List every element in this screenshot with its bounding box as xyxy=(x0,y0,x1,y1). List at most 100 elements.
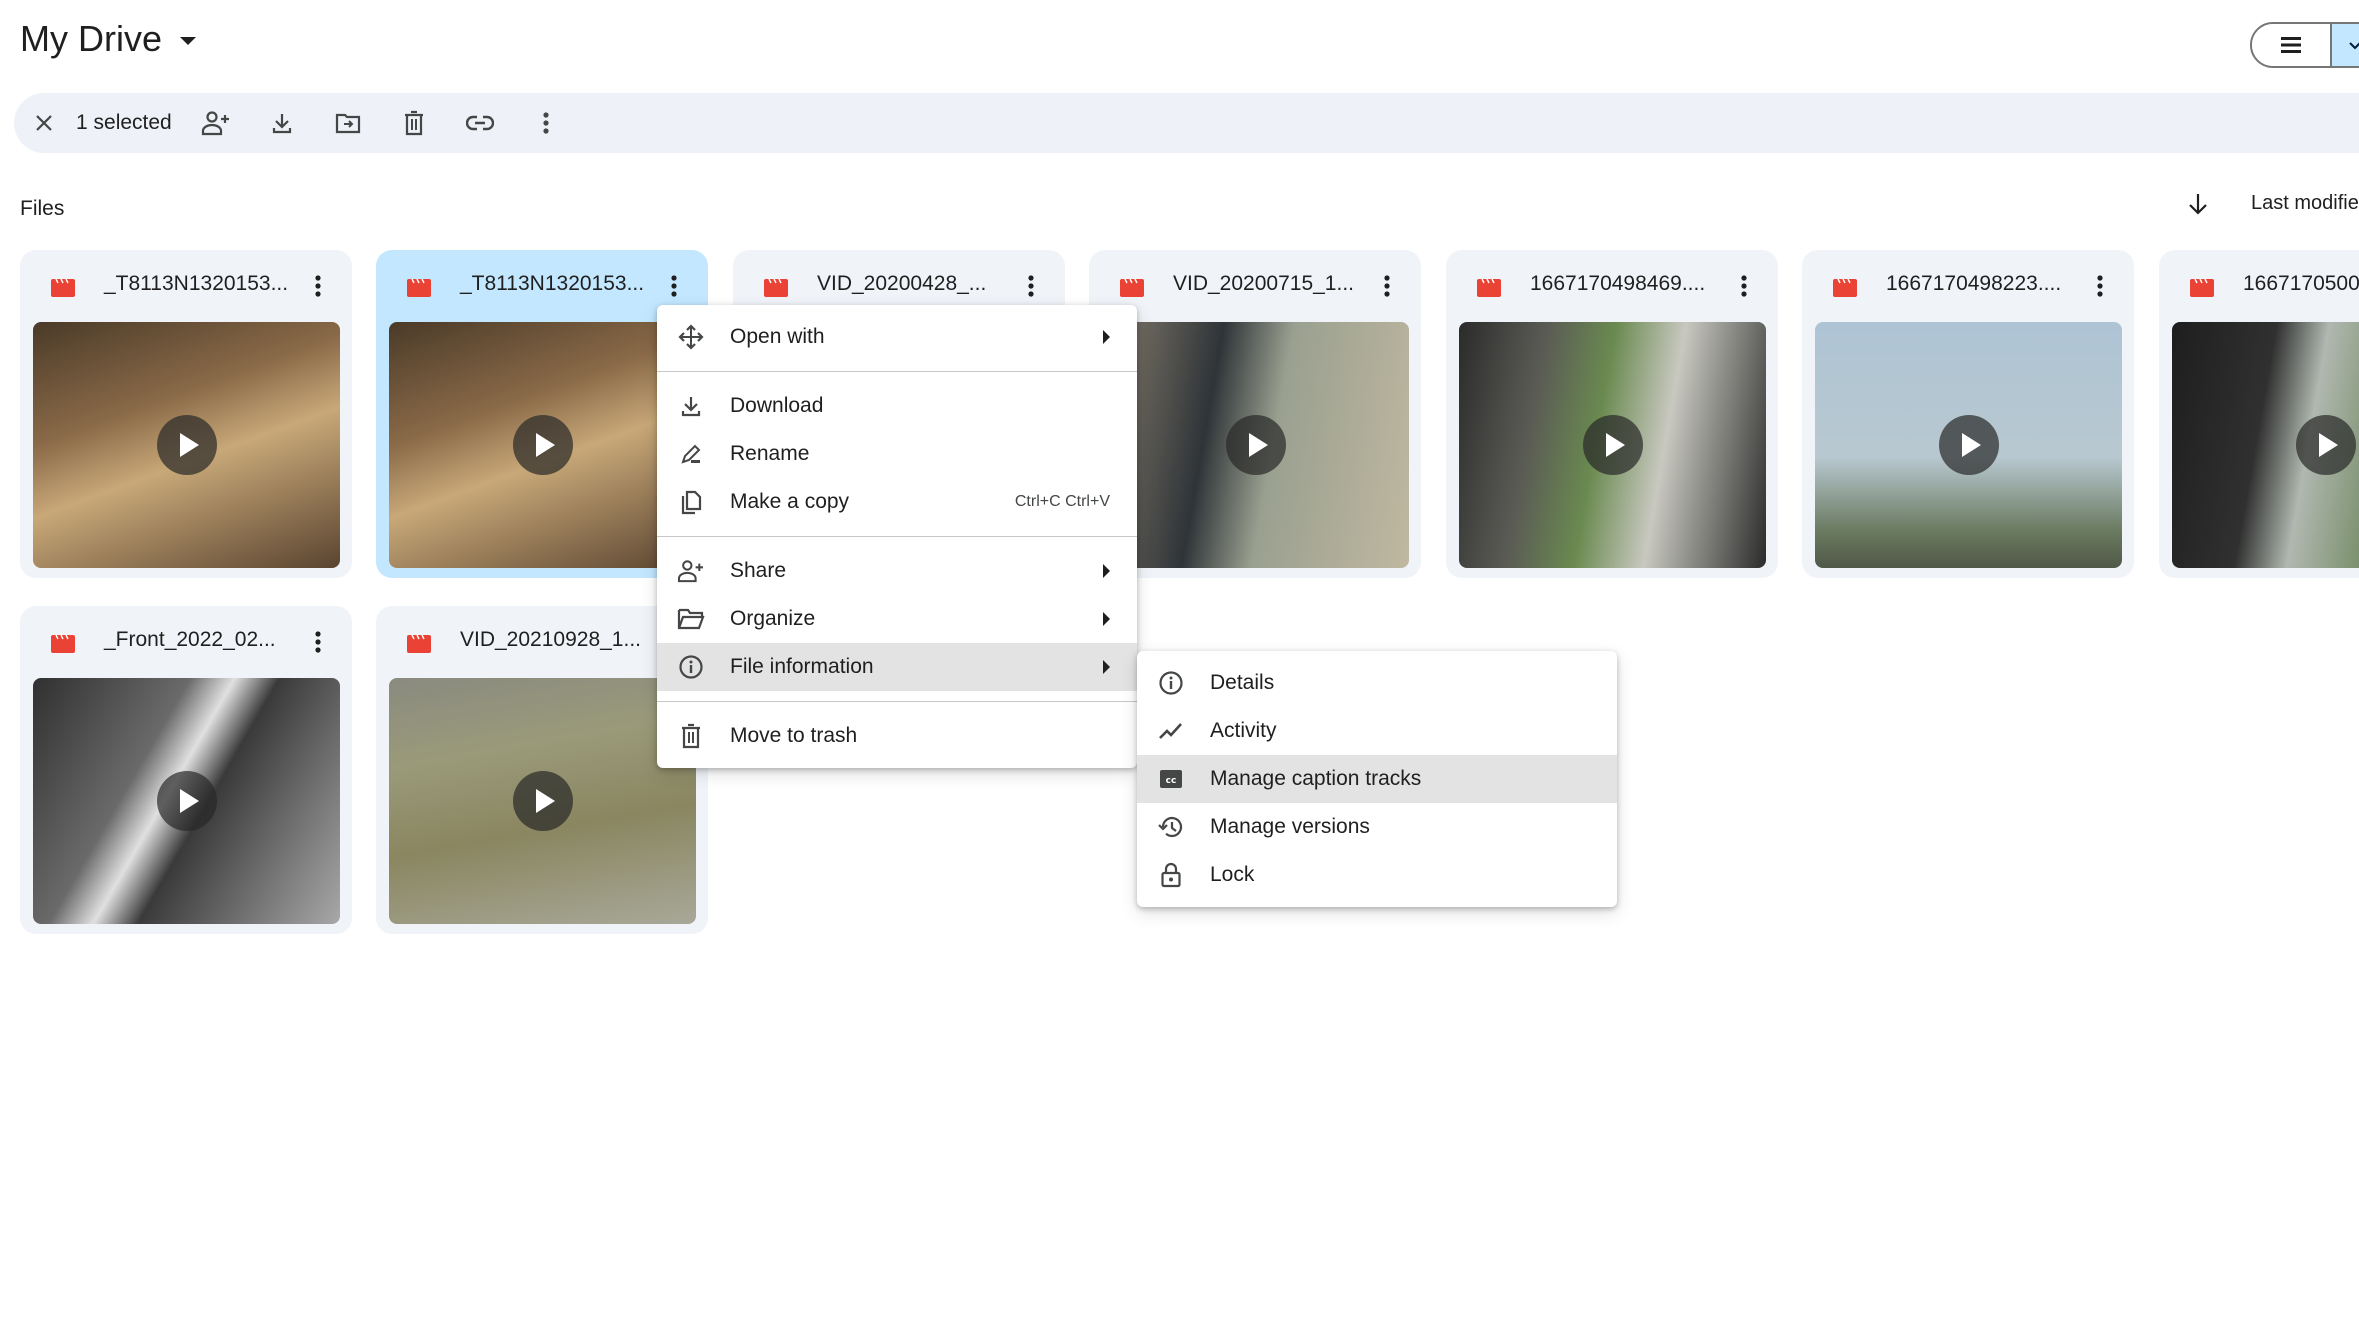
rename-icon xyxy=(677,440,705,468)
menu-item-lock[interactable]: Lock xyxy=(1137,851,1617,899)
menu-item-rename[interactable]: Rename xyxy=(657,430,1137,478)
selected-count: 1 selected xyxy=(76,111,172,134)
menu-item-make-a-copy[interactable]: Make a copy Ctrl+C Ctrl+V xyxy=(657,478,1137,526)
file-more-actions-button[interactable] xyxy=(1369,268,1405,304)
file-card[interactable]: VID_20200715_1... xyxy=(1089,250,1421,578)
menu-item-details[interactable]: Details xyxy=(1137,659,1617,707)
file-name: 1667170500 xyxy=(2243,272,2359,295)
file-more-actions-button[interactable] xyxy=(300,268,336,304)
video-file-icon xyxy=(1833,278,1857,297)
submenu-arrow-icon xyxy=(1103,660,1110,674)
submenu-arrow-icon xyxy=(1103,612,1110,626)
file-more-actions-button[interactable] xyxy=(1013,268,1049,304)
svg-text:cc: cc xyxy=(1166,776,1177,786)
file-more-actions-button[interactable] xyxy=(300,624,336,660)
menu-item-organize[interactable]: Organize xyxy=(657,595,1137,643)
more-vert-icon xyxy=(1028,275,1034,297)
menu-item-label: Make a copy xyxy=(730,490,850,513)
menu-item-manage-caption-tracks[interactable]: cc Manage caption tracks xyxy=(1137,755,1617,803)
video-thumbnail[interactable] xyxy=(1102,322,1409,568)
more-vert-icon xyxy=(315,275,321,297)
menu-item-label: Lock xyxy=(1210,863,1255,886)
submenu-arrow-icon xyxy=(1103,330,1110,344)
history-icon xyxy=(1157,813,1185,841)
shortcut-hint: Ctrl+C Ctrl+V xyxy=(1014,493,1110,510)
video-thumbnail[interactable] xyxy=(389,322,696,568)
play-icon[interactable] xyxy=(512,771,573,831)
menu-item-activity[interactable]: Activity xyxy=(1137,707,1617,755)
video-thumbnail[interactable] xyxy=(2172,322,2359,568)
file-more-actions-button[interactable] xyxy=(656,268,692,304)
video-file-icon xyxy=(407,278,431,297)
file-card[interactable]: _Front_2022_02... xyxy=(20,606,352,934)
play-icon[interactable] xyxy=(156,771,217,831)
share-button[interactable] xyxy=(194,101,238,145)
view-toggle[interactable] xyxy=(2250,22,2359,68)
video-file-icon xyxy=(2190,278,2214,297)
sort-by-button[interactable]: Last modified xyxy=(2251,192,2359,215)
file-more-actions-button[interactable] xyxy=(1726,268,1762,304)
folder-move-icon xyxy=(335,113,360,134)
video-file-icon xyxy=(407,634,431,653)
submenu-arrow-icon xyxy=(1103,564,1110,578)
more-vert-icon xyxy=(315,631,321,653)
trash-icon xyxy=(677,722,705,750)
menu-item-share[interactable]: Share xyxy=(657,547,1137,595)
menu-item-label: Open with xyxy=(730,325,825,348)
clear-selection-button[interactable] xyxy=(22,101,66,145)
list-view-button[interactable] xyxy=(2252,24,2332,66)
video-file-icon xyxy=(51,278,75,297)
my-drive-title[interactable]: My Drive xyxy=(20,18,196,60)
file-name: _T8113N1320153... xyxy=(460,272,645,295)
file-card[interactable]: 1667170500 xyxy=(2159,250,2359,578)
file-information-submenu: Details Activity cc Manage caption track… xyxy=(1137,651,1617,907)
lock-icon xyxy=(1157,861,1185,889)
copy-link-button[interactable] xyxy=(458,101,502,145)
menu-item-move-to-trash[interactable]: Move to trash xyxy=(657,712,1137,760)
video-thumbnail[interactable] xyxy=(1815,322,2122,568)
file-more-actions-button[interactable] xyxy=(2082,268,2118,304)
menu-item-label: Manage caption tracks xyxy=(1210,767,1422,790)
menu-item-download[interactable]: Download xyxy=(657,382,1137,430)
file-name: 1667170498469.... xyxy=(1530,272,1706,295)
menu-item-label: Download xyxy=(730,394,824,417)
copy-icon xyxy=(677,488,705,516)
more-actions-button[interactable] xyxy=(524,101,568,145)
folder-open-icon xyxy=(677,605,705,633)
trash-button[interactable] xyxy=(392,101,436,145)
menu-item-manage-versions[interactable]: Manage versions xyxy=(1137,803,1617,851)
play-icon[interactable] xyxy=(1938,415,1999,475)
trash-icon xyxy=(404,110,423,136)
video-thumbnail[interactable] xyxy=(33,322,340,568)
more-vert-icon xyxy=(2097,275,2103,297)
selection-toolbar: 1 selected xyxy=(14,93,2359,153)
activity-icon xyxy=(1157,717,1185,745)
menu-divider xyxy=(657,701,1137,702)
sort-direction-button[interactable] xyxy=(2180,186,2216,222)
person-add-icon xyxy=(677,557,705,585)
download-button[interactable] xyxy=(260,101,304,145)
file-card[interactable]: _T8113N1320153... xyxy=(20,250,352,578)
play-icon[interactable] xyxy=(1582,415,1643,475)
video-thumbnail[interactable] xyxy=(1459,322,1766,568)
page-title: My Drive xyxy=(20,18,162,59)
file-card[interactable]: 1667170498223.... xyxy=(1802,250,2134,578)
menu-item-file-information[interactable]: File information xyxy=(657,643,1137,691)
menu-divider xyxy=(657,371,1137,372)
play-icon[interactable] xyxy=(2295,415,2356,475)
download-icon xyxy=(677,392,705,420)
sort-control: Last modified xyxy=(2180,186,2359,222)
play-icon[interactable] xyxy=(1225,415,1286,475)
play-icon[interactable] xyxy=(156,415,217,475)
open-with-icon xyxy=(677,323,705,351)
grid-view-button[interactable] xyxy=(2332,24,2359,66)
menu-item-label: Share xyxy=(730,559,787,582)
move-button[interactable] xyxy=(326,101,370,145)
play-icon[interactable] xyxy=(512,415,573,475)
menu-item-open-with[interactable]: Open with xyxy=(657,313,1137,361)
info-icon xyxy=(677,653,705,681)
video-thumbnail[interactable] xyxy=(389,678,696,924)
file-card[interactable]: 1667170498469.... xyxy=(1446,250,1778,578)
context-menu: Open with Download Rename Make a copy Ct… xyxy=(657,305,1137,768)
video-thumbnail[interactable] xyxy=(33,678,340,924)
